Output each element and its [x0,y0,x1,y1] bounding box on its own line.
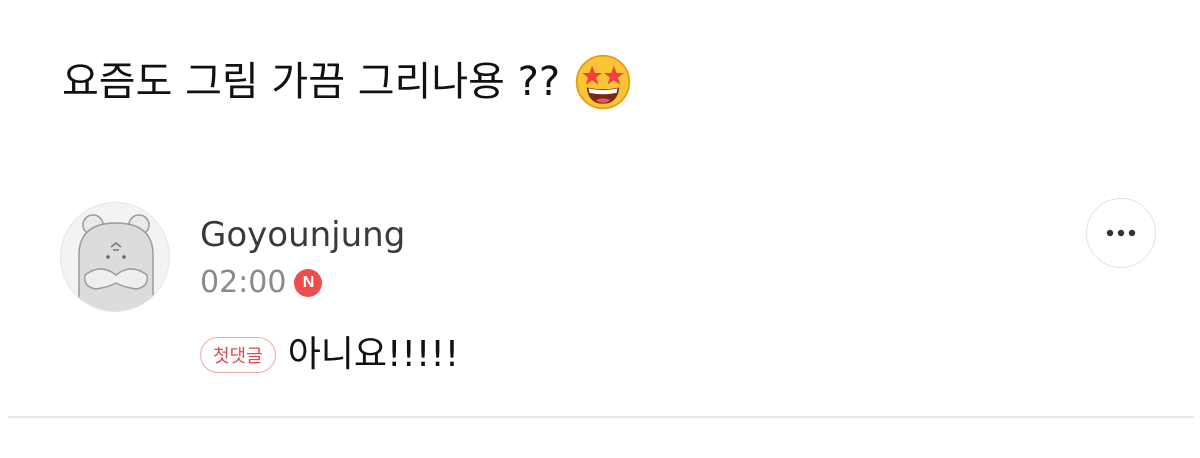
divider [8,416,1194,418]
post-text: 요즘도 그림 가끔 그리나용 ?? [62,59,561,105]
post-content: 요즘도 그림 가끔 그리나용 ?? [62,52,632,112]
comment-thread: 요즘도 그림 가끔 그리나용 ?? Goyounjung 02:00 N 첫댓글… [0,0,1200,458]
comment-body: 첫댓글 아니요!!!!! [200,332,459,378]
comment-meta: 02:00 N [200,262,323,304]
comment-item: Goyounjung 02:00 N 첫댓글 아니요!!!!! [0,190,1200,420]
more-options-icon [1106,229,1136,237]
first-comment-badge: 첫댓글 [200,337,276,373]
comment-time: 02:00 [200,265,287,300]
avatar[interactable] [60,202,170,312]
more-options-button[interactable] [1086,198,1156,268]
comment-author[interactable]: Goyounjung [200,214,405,256]
new-badge: N [294,269,323,297]
hamster-avatar-icon [61,203,169,311]
comment-text: 아니요!!!!! [287,334,460,375]
star-struck-emoji-icon [575,54,631,110]
